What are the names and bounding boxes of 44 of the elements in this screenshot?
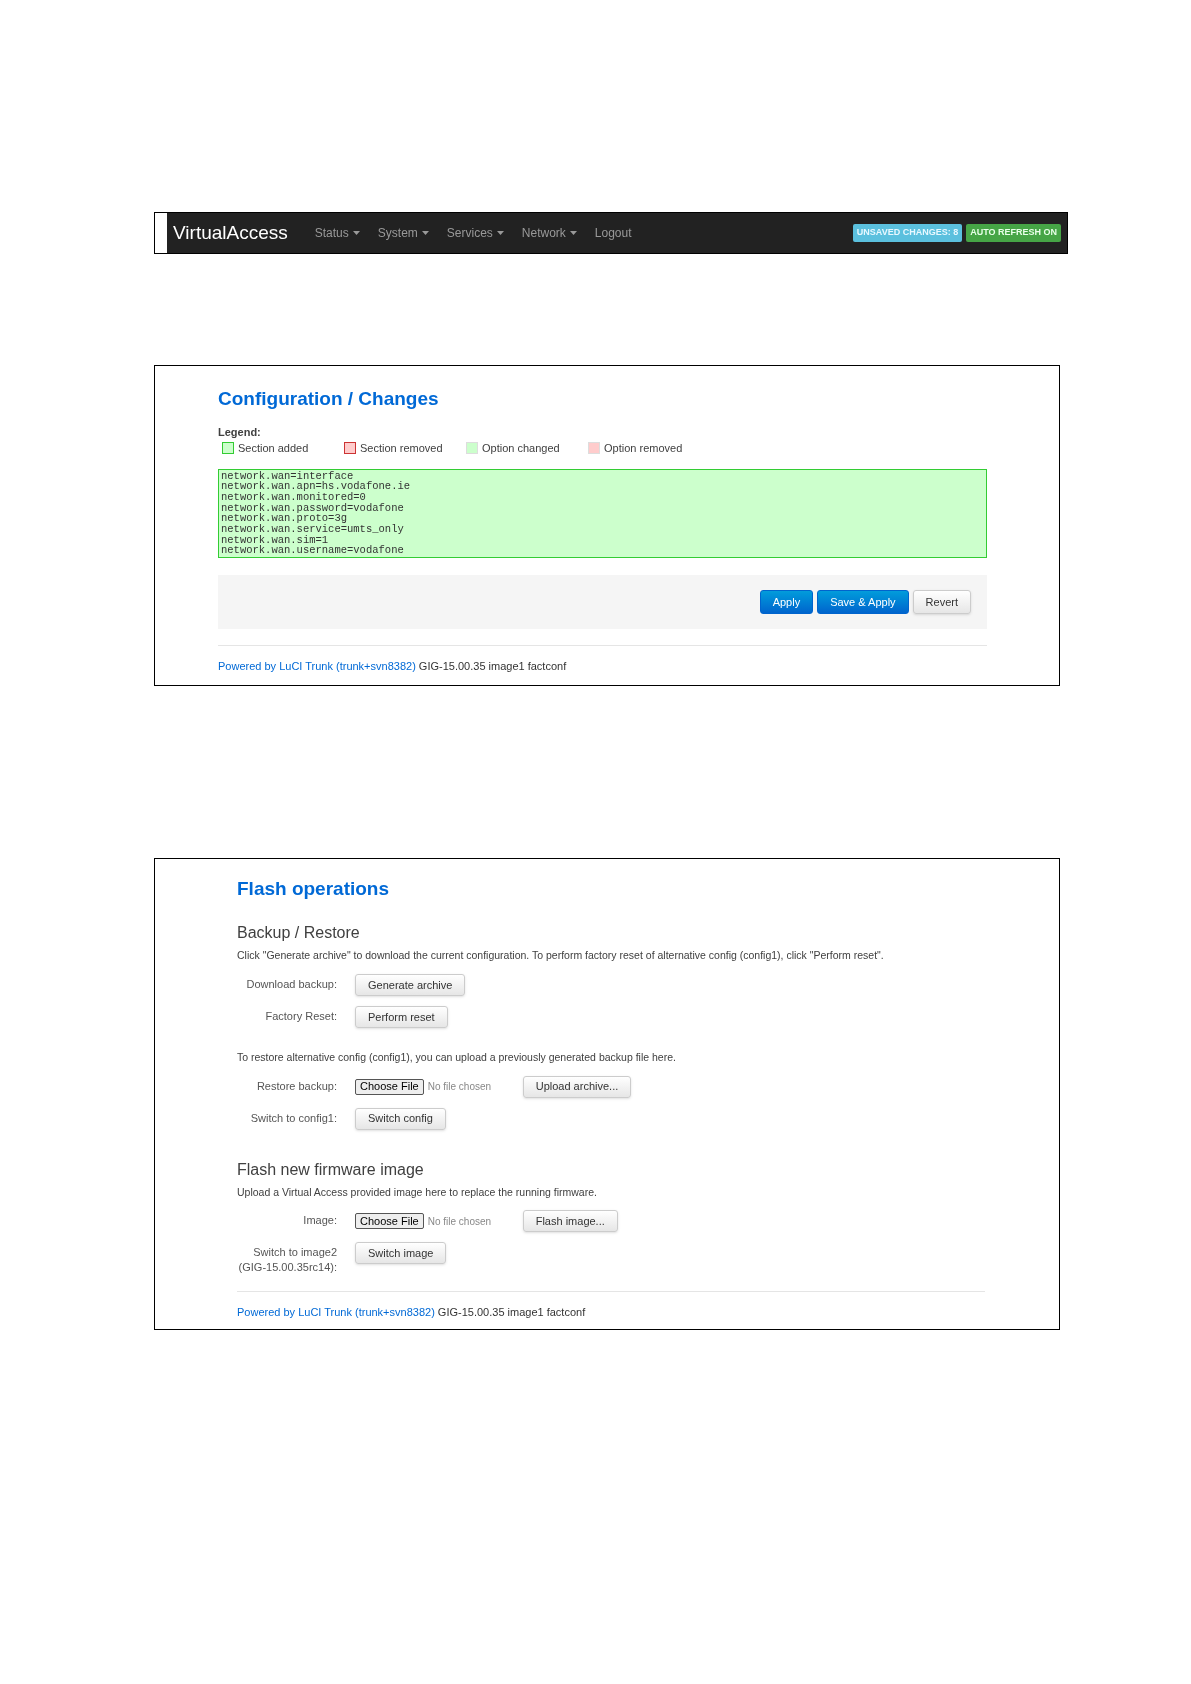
file-status: No file chosen [427, 1214, 493, 1229]
legend-text: Section added [238, 441, 309, 456]
version-text: GIG-15.00.35 image1 factconf [418, 660, 567, 673]
file-status: No file chosen [427, 1080, 493, 1095]
choose-file-button[interactable]: Choose File [355, 1213, 424, 1230]
section-description: Upload a Virtual Access provided image here to replace the running firmware. [237, 1184, 598, 1200]
changes-list: network.wan=interface network.wan.apn=hs.vodafone.ie network.wan.monitored=0 network.wan.password=vodafone network.wan.proto=3g network.wan.service=umts_only network.wan.sim=1 network.wan.username=vodafone [218, 468, 987, 559]
nav-menu[interactable]: Services [446, 224, 504, 242]
section-heading: Backup / Restore [237, 923, 361, 944]
version-text: GIG-15.00.35 image1 factconf [437, 1306, 586, 1319]
section-description: Click "Generate archive" to download the current configuration. To perform factory reset of alternative config (config1), click "Perform reset". [237, 948, 885, 964]
action-button[interactable]: Switch config [355, 1107, 446, 1130]
upload-button[interactable]: Upload archive... [522, 1075, 632, 1098]
legend-text: Section removed [360, 441, 443, 456]
form-button[interactable]: Revert [912, 590, 971, 615]
legend-label: Legend: [218, 424, 262, 440]
field-label: Switch to config1: [249, 1110, 337, 1126]
action-button[interactable]: Generate archive [355, 973, 466, 996]
field-label: Download backup: [245, 976, 337, 992]
nav-menu[interactable]: Network [521, 224, 577, 242]
page-title: Configuration / Changes [218, 387, 440, 411]
nav-menu[interactable]: Logout [594, 224, 632, 242]
brand-logo: VirtualAccess [173, 220, 288, 245]
action-button[interactable]: Perform reset [355, 1005, 448, 1028]
field-label: Switch to image2 (GIG-15.00.35rc14): [237, 1245, 337, 1276]
upload-button[interactable]: Flash image... [522, 1210, 618, 1233]
section-heading: Flash new firmware image [237, 1159, 425, 1180]
nav-menu[interactable]: System [377, 224, 429, 242]
form-button[interactable]: Apply [759, 590, 814, 615]
field-label: Image: [302, 1213, 337, 1229]
action-button[interactable]: Switch image [355, 1242, 447, 1265]
status-badge: AUTO REFRESH ON [966, 224, 1061, 242]
choose-file-button[interactable]: Choose File [355, 1078, 424, 1095]
luci-link[interactable]: Powered by LuCI Trunk (trunk+svn8382) [237, 1306, 435, 1319]
status-badge: UNSAVED CHANGES: 8 [852, 224, 963, 242]
legend-text: Option removed [604, 441, 683, 456]
legend-text: Option changed [482, 441, 560, 456]
form-button[interactable]: Save & Apply [817, 590, 909, 615]
nav-menu[interactable]: Status [314, 224, 360, 242]
section-description: To restore alternative config (config1), you can upload a previously generated backup file here. [237, 1049, 677, 1065]
page-title: Flash operations [237, 876, 391, 901]
field-label: Factory Reset: [264, 1008, 337, 1024]
field-label: Restore backup: [255, 1078, 337, 1094]
luci-link[interactable]: Powered by LuCI Trunk (trunk+svn8382) [218, 660, 416, 673]
